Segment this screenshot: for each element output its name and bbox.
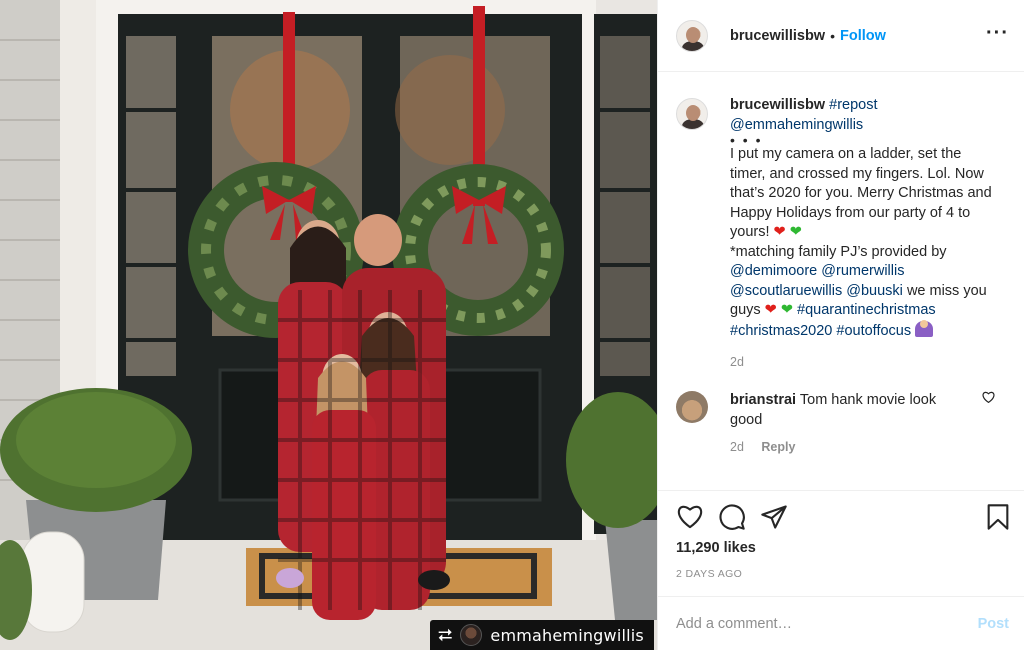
send-icon[interactable] (760, 503, 788, 542)
hashtag-christmas2020[interactable]: #christmas2020 (730, 323, 832, 339)
more-horizontal-icon[interactable]: ··· (986, 22, 1009, 45)
comments-area: brucewillisbw #repost @emmahemingwillis … (658, 72, 1024, 490)
mention-scoutlaruewillis[interactable]: @scoutlaruewillis (730, 283, 842, 299)
comment-meta: 2d Reply (730, 440, 1007, 454)
post-side-panel: brucewillisbw • Follow ··· brucewillisbw… (657, 0, 1024, 650)
hashtag-repost[interactable]: #repost (829, 97, 877, 113)
caption-text-2: *matching family PJ’s provided by (730, 243, 947, 260)
green-heart-emoji: ❤ (780, 302, 794, 318)
action-bar (658, 490, 1024, 542)
caption-dots: • • • (730, 132, 763, 148)
comment-text: brianstrai Tom hank movie look good (730, 391, 970, 430)
heart-outline-icon[interactable] (676, 503, 704, 542)
comment-icon[interactable] (718, 503, 746, 542)
red-heart-emoji: ❤ (773, 224, 786, 240)
caption-timestamp[interactable]: 2d (730, 355, 1007, 369)
likes-count[interactable]: 11,290 likes (676, 540, 756, 556)
post-date[interactable]: 2 DAYS AGO (676, 568, 742, 580)
follow-button[interactable]: Follow (840, 28, 886, 44)
repost-username: emmahemingwillis (490, 625, 644, 645)
repost-avatar (460, 624, 483, 646)
bookmark-icon[interactable] (985, 503, 1011, 531)
comment-input[interactable] (676, 615, 978, 632)
caption-text-1: I put my camera on a ladder, set the tim… (730, 146, 992, 240)
repost-badge[interactable]: ⮂ emmahemingwillis (430, 620, 654, 650)
hashtag-outoffocus[interactable]: #outoffocus (836, 323, 911, 339)
post-comment-button[interactable]: Post (978, 616, 1009, 632)
repost-icon: ⮂ (438, 624, 453, 646)
red-heart-emoji: ❤ (764, 302, 777, 318)
caption-avatar[interactable] (676, 98, 708, 130)
avatar[interactable] (676, 19, 708, 52)
post-header: brucewillisbw • Follow ··· (658, 0, 1024, 72)
comment-item: brianstrai Tom hank movie look good (676, 391, 1007, 430)
reply-button[interactable]: Reply (761, 440, 795, 454)
heart-outline-icon[interactable] (982, 391, 995, 406)
comment-timestamp[interactable]: 2d (730, 440, 744, 454)
hashtag-quarantinechristmas[interactable]: #quarantinechristmas (797, 302, 936, 318)
comment-avatar[interactable] (676, 391, 708, 423)
person-shrugging-emoji (915, 319, 934, 337)
post-photo[interactable]: ⮂ emmahemingwillis (0, 0, 657, 650)
mention-demimoore[interactable]: @demimoore (730, 263, 817, 279)
caption: brucewillisbw #repost @emmahemingwillis … (676, 96, 1007, 341)
header-separator: • (830, 27, 835, 44)
mention-emmahemingwillis[interactable]: @emmahemingwillis (730, 117, 863, 133)
green-heart-emoji: ❤ (789, 224, 802, 240)
header-username[interactable]: brucewillisbw (730, 28, 825, 44)
caption-text: brucewillisbw #repost @emmahemingwillis … (730, 96, 995, 341)
mention-buuski[interactable]: @buuski (846, 283, 903, 299)
caption-username[interactable]: brucewillisbw (730, 97, 825, 113)
mention-rumerwillis[interactable]: @rumerwillis (821, 263, 904, 279)
comment-username[interactable]: brianstrai (730, 392, 796, 408)
add-comment-box: Post (658, 596, 1024, 650)
photo-illustration (0, 0, 657, 650)
